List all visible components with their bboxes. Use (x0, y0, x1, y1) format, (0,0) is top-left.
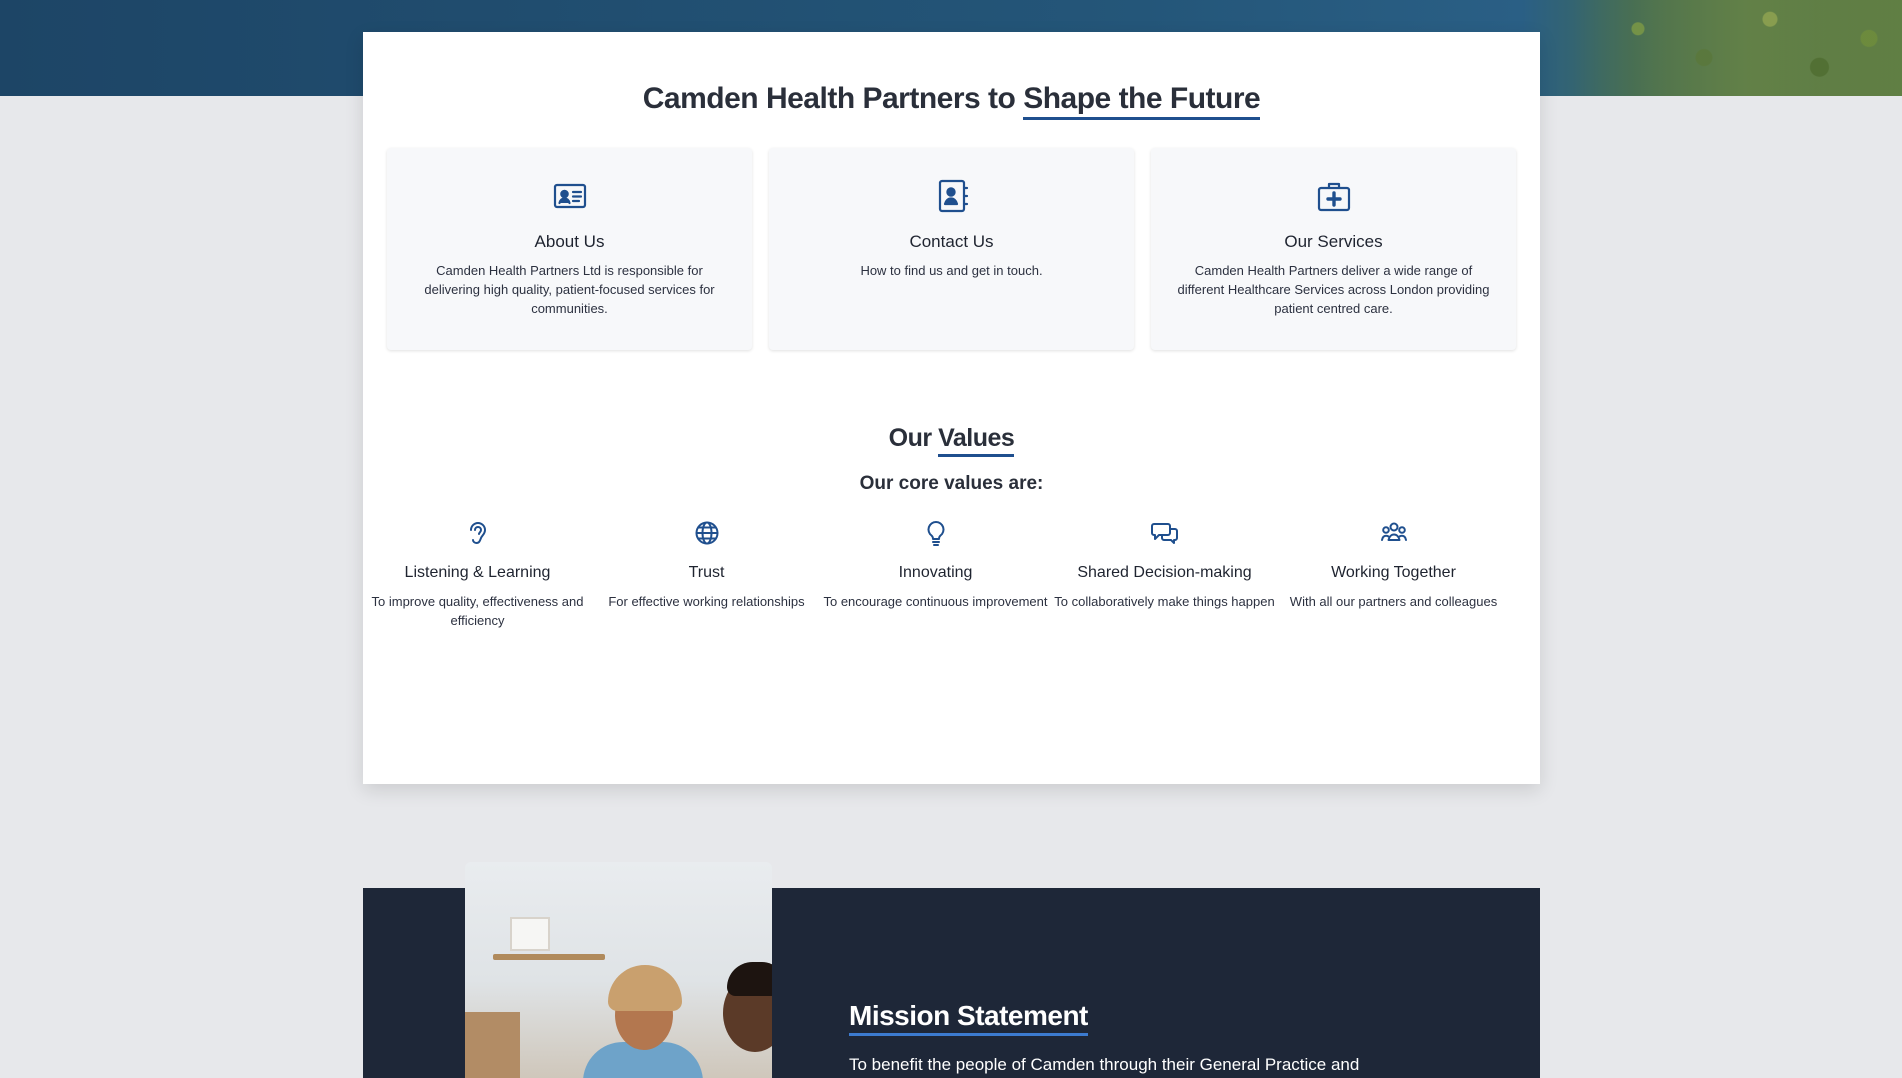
value-title: Working Together (1331, 564, 1456, 581)
values-subtitle: Our core values are: (859, 473, 1044, 494)
chat-bubbles-icon (1150, 518, 1180, 548)
mission-title-highlight: Mission Statement (849, 1000, 1088, 1036)
card-our-services[interactable]: Our Services Camden Health Partners deli… (1151, 148, 1516, 350)
value-text: For effective working relationships (608, 594, 805, 609)
mission-text: To benefit the people of Camden through … (849, 1055, 1360, 1074)
photo-board (465, 1012, 520, 1078)
lightbulb-icon (921, 518, 951, 548)
info-cards: About Us Camden Health Partners Ltd is r… (387, 148, 1516, 350)
intro-title-highlight: Shape the Future (1023, 82, 1261, 120)
values-list: Listening & Learning To improve quality,… (363, 518, 1540, 648)
value-title: Shared Decision-making (1077, 564, 1252, 581)
intro-title-prefix: Camden Health Partners to (642, 82, 1024, 115)
value-text: With all our partners and colleagues (1289, 594, 1498, 609)
card-text: Camden Health Partners Ltd is responsibl… (424, 263, 715, 316)
card-title: Contact Us (909, 232, 994, 251)
photo-frame (510, 917, 550, 951)
photo-person-headscarf (608, 965, 682, 1011)
id-card-icon (552, 178, 588, 214)
value-text: To encourage continuous improvement (823, 594, 1048, 609)
value-title: Listening & Learning (404, 564, 551, 581)
card-text: Camden Health Partners deliver a wide ra… (1177, 263, 1490, 316)
ear-icon (463, 518, 493, 548)
team-icon (1379, 518, 1409, 548)
team-photo (465, 862, 772, 1078)
tree-image (1572, 0, 1902, 96)
value-title: Innovating (898, 564, 973, 581)
globe-icon (692, 518, 722, 548)
contact-book-icon (934, 178, 970, 214)
photo-shelf (493, 954, 605, 960)
mission-title: Mission Statement (849, 1000, 1088, 1036)
card-title: Our Services (1284, 232, 1383, 251)
intro-panel: Camden Health Partners to Shape the Futu… (363, 32, 1540, 784)
values-title-highlight: Values (938, 424, 1015, 457)
card-text: How to find us and get in touch. (860, 263, 1043, 278)
intro-title: Camden Health Partners to Shape the Futu… (363, 82, 1540, 120)
value-title: Trust (688, 564, 725, 581)
values-title: Our Values (363, 424, 1540, 457)
card-title: About Us (534, 232, 605, 251)
card-about-us[interactable]: About Us Camden Health Partners Ltd is r… (387, 148, 752, 350)
card-contact-us[interactable]: Contact Us How to find us and get in tou… (769, 148, 1134, 350)
photo-person-hair (727, 962, 772, 996)
medical-kit-icon (1316, 178, 1352, 214)
values-title-prefix: Our (888, 424, 939, 452)
value-text: To improve quality, effectiveness and ef… (371, 594, 584, 628)
value-text: To collaboratively make things happen (1054, 594, 1275, 609)
